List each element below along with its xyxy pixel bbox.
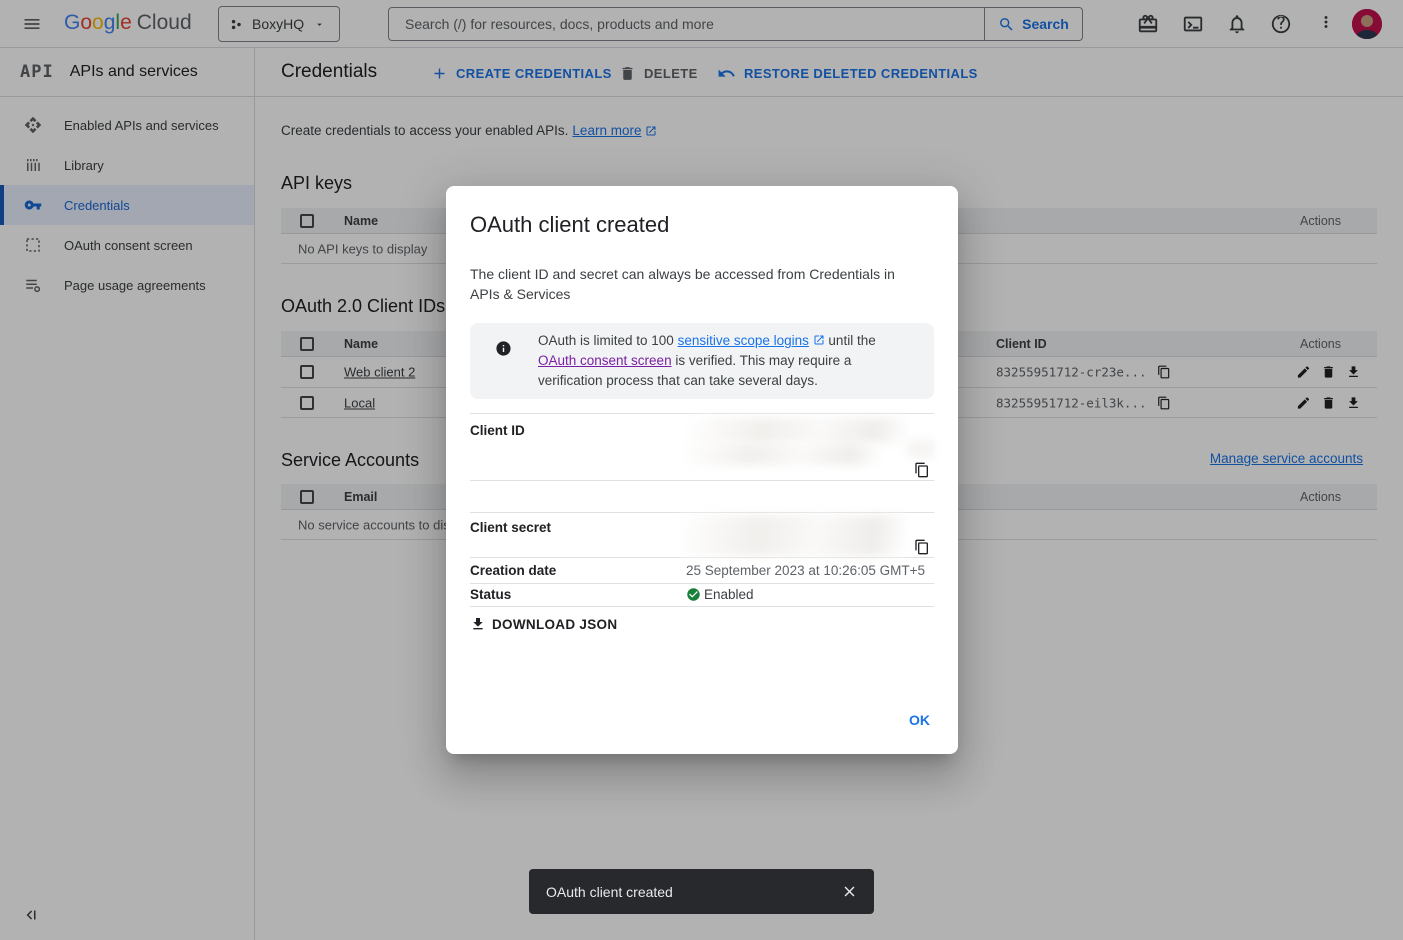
- copy-icon[interactable]: [914, 539, 930, 555]
- dialog-title: OAuth client created: [470, 212, 669, 238]
- client-secret-value-redacted: [680, 515, 906, 556]
- status-value: Enabled: [704, 587, 754, 602]
- client-id-label: Client ID: [470, 423, 525, 438]
- dialog-subtitle: The client ID and secret can always be a…: [470, 264, 914, 304]
- client-secret-label: Client secret: [470, 520, 551, 535]
- creation-date-row: Creation date 25 September 2023 at 10:26…: [470, 558, 934, 584]
- status-row: Status Enabled: [470, 584, 934, 607]
- notice-mid: until the: [825, 333, 876, 348]
- copy-icon[interactable]: [914, 462, 930, 478]
- info-icon: [495, 340, 512, 357]
- toast-snackbar: OAuth client created: [529, 869, 874, 914]
- check-circle-icon: [686, 587, 701, 602]
- external-link-icon: [813, 334, 825, 346]
- download-json-button[interactable]: DOWNLOAD JSON: [470, 616, 617, 632]
- creation-date-label: Creation date: [470, 563, 556, 578]
- toast-message: OAuth client created: [546, 884, 841, 900]
- download-json-label: DOWNLOAD JSON: [492, 617, 617, 632]
- status-label: Status: [470, 587, 511, 602]
- close-icon[interactable]: [841, 883, 858, 900]
- ok-button[interactable]: OK: [903, 708, 936, 732]
- oauth-limit-notice: OAuth is limited to 100 sensitive scope …: [470, 323, 934, 399]
- client-id-value-redacted: [906, 440, 934, 458]
- sensitive-scope-logins-link[interactable]: sensitive scope logins: [678, 333, 809, 348]
- notice-text: OAuth is limited to 100 sensitive scope …: [538, 331, 910, 391]
- oauth-consent-screen-link[interactable]: OAuth consent screen: [538, 353, 672, 368]
- client-id-value-redacted: [683, 443, 880, 465]
- notice-pre: OAuth is limited to 100: [538, 333, 678, 348]
- client-secret-row: Client secret: [470, 512, 934, 558]
- client-id-row: Client ID: [470, 413, 934, 481]
- creation-date-value: 25 September 2023 at 10:26:05 GMT+5: [686, 563, 925, 578]
- client-id-value-redacted: [686, 418, 908, 443]
- download-icon: [470, 616, 486, 632]
- oauth-client-created-dialog: OAuth client created The client ID and s…: [446, 186, 958, 754]
